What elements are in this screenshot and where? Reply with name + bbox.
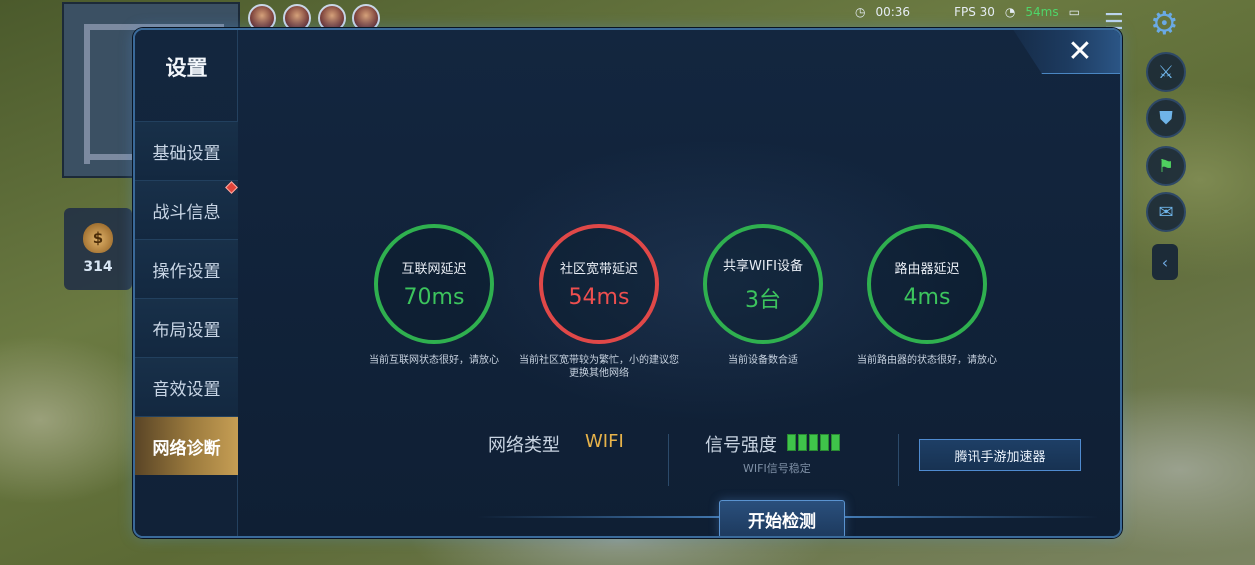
- start-detection-button[interactable]: 开始检测: [719, 500, 845, 536]
- nav-item-label: 布局设置: [152, 320, 221, 341]
- metric-card: 社区宽带延迟 54ms 当前社区宽带较为繁忙，小的建议您更换其他网络: [519, 224, 679, 379]
- network-type-label: 网络类型: [488, 435, 560, 456]
- signal-bar: [831, 434, 840, 451]
- metric-card: 路由器延迟 4ms 当前路由器的状态很好，请放心: [857, 224, 997, 366]
- nav-item-label: 音效设置: [152, 379, 221, 400]
- signal-bar: [798, 434, 807, 451]
- status-bar: ◷ 00:36 FPS 30 ◔ 54ms ▭: [855, 2, 1080, 22]
- corner-decoration: [1013, 30, 1120, 74]
- gold-value: 314: [83, 259, 113, 275]
- signal-strength-label: 信号强度: [705, 435, 777, 456]
- battery-icon: ▭: [1068, 5, 1080, 19]
- metric-description: 当前互联网状态很好，请放心: [369, 355, 499, 366]
- wifi-icon: ◔: [1004, 5, 1016, 19]
- signal-bar: [809, 434, 818, 451]
- divider: [898, 434, 899, 486]
- nav-item-2[interactable]: 战斗信息: [135, 180, 238, 239]
- metric-description: 当前路由器的状态很好，请放心: [857, 355, 997, 366]
- metric-description: 当前社区宽带较为繁忙，小的建议您更换其他网络: [519, 355, 679, 379]
- nav-item-label: 网络诊断: [152, 438, 221, 459]
- close-button[interactable]: ✕: [1062, 34, 1098, 70]
- ping-readout: 54ms: [1025, 5, 1059, 19]
- accelerator-button[interactable]: 腾讯手游加速器: [919, 439, 1081, 471]
- signal-strength-bars: [787, 434, 840, 451]
- metric-ring: 互联网延迟 70ms: [374, 224, 494, 344]
- clock-icon: ◷: [855, 5, 866, 19]
- match-timer: 00:36: [875, 5, 911, 19]
- shield-icon[interactable]: ⛊: [1146, 98, 1186, 138]
- divider: [668, 434, 669, 486]
- metric-value: 4ms: [903, 285, 951, 310]
- metric-label: 路由器延迟: [894, 262, 960, 277]
- nav-item-5[interactable]: 音效设置: [135, 357, 238, 416]
- metric-value: 3台: [745, 287, 781, 313]
- minimap-lane: [84, 24, 90, 164]
- nav-item-3[interactable]: 操作设置: [135, 239, 238, 298]
- dialog-title: 设置: [165, 56, 208, 80]
- nav-item-label: 操作设置: [152, 261, 221, 282]
- metric-description: 当前设备数合适: [728, 355, 798, 366]
- metric-card: 互联网延迟 70ms 当前互联网状态很好，请放心: [369, 224, 499, 366]
- nav-item-1[interactable]: 基础设置: [135, 121, 238, 180]
- money-bag-icon: $: [83, 223, 113, 253]
- settings-nav: 基础设置战斗信息操作设置布局设置音效设置网络诊断: [135, 121, 238, 475]
- settings-dialog: 设置 基础设置战斗信息操作设置布局设置音效设置网络诊断 ✕ 互联网延迟 70ms 当…: [133, 28, 1122, 538]
- signal-bar: [820, 434, 829, 451]
- nav-item-6[interactable]: 网络诊断: [135, 416, 238, 475]
- signal-bar: [787, 434, 796, 451]
- network-diagnosis-panel: ✕ 互联网延迟 70ms 当前互联网状态很好，请放心 社区宽带延迟 54ms 当前社区宽带…: [238, 30, 1120, 536]
- signal-status: WIFI信号稳定: [743, 462, 811, 475]
- nav-item-label: 基础设置: [152, 143, 221, 164]
- gold-counter[interactable]: $ 314: [64, 208, 132, 290]
- metric-ring: 共享WIFI设备 3台: [703, 224, 823, 344]
- network-type-value: WIFI: [585, 431, 624, 452]
- metric-label: 互联网延迟: [401, 262, 467, 277]
- chat-icon[interactable]: ✉: [1146, 192, 1186, 232]
- metric-label: 社区宽带延迟: [559, 262, 638, 277]
- settings-sidebar: 设置 基础设置战斗信息操作设置布局设置音效设置网络诊断: [135, 30, 238, 536]
- metric-value: 54ms: [568, 285, 630, 310]
- metric-label: 共享WIFI设备: [723, 258, 803, 274]
- notification-badge: [225, 181, 238, 194]
- nav-item-label: 战斗信息: [152, 202, 221, 223]
- metric-card: 共享WIFI设备 3台当前设备数合适: [703, 224, 823, 366]
- collapse-arrow-icon[interactable]: ‹: [1152, 244, 1178, 280]
- nav-item-4[interactable]: 布局设置: [135, 298, 238, 357]
- sword-icon[interactable]: ⚔: [1146, 52, 1186, 92]
- metric-ring: 社区宽带延迟 54ms: [539, 224, 659, 344]
- metric-ring: 路由器延迟 4ms: [867, 224, 987, 344]
- metric-value: 70ms: [403, 285, 465, 310]
- settings-gear-icon[interactable]: ⚙: [1150, 4, 1179, 42]
- flag-icon[interactable]: ⚑: [1146, 146, 1186, 186]
- fps-readout: FPS 30: [954, 5, 995, 19]
